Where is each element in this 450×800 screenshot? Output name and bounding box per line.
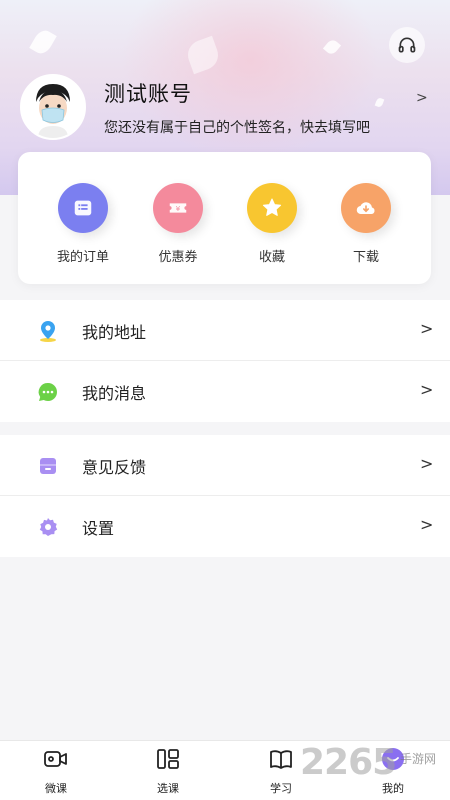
menu-item-feedback[interactable]: 意见反馈 > <box>0 435 450 496</box>
chevron-right-icon: > <box>420 515 434 534</box>
menu-item-messages[interactable]: 我的消息 > <box>0 361 450 422</box>
quick-action-label: 优惠券 <box>158 250 198 265</box>
profile-chevron-right-icon[interactable]: > <box>416 90 428 106</box>
tab-select-course[interactable]: 选课 <box>138 747 198 796</box>
chevron-right-icon: > <box>420 380 434 399</box>
book-icon <box>270 750 292 769</box>
chat-bubble-icon <box>36 380 60 404</box>
tab-micro-course[interactable]: 微课 <box>26 747 86 796</box>
svg-text:¥: ¥ <box>176 204 181 213</box>
watermark-logo: 2265 <box>300 742 397 783</box>
quick-action-coupons[interactable]: ¥ 优惠券 <box>138 183 218 265</box>
menu-item-label: 意见反馈 <box>82 458 147 477</box>
username[interactable]: 测试账号 <box>104 78 192 108</box>
tab-label: 选课 <box>157 782 179 795</box>
avatar[interactable] <box>20 74 86 140</box>
quick-actions-card: 我的订单 ¥ 优惠券 收藏 下载 <box>18 152 431 284</box>
quick-action-favorites[interactable]: 收藏 <box>232 183 312 265</box>
settings-gear-icon <box>36 515 60 539</box>
tab-label: 微课 <box>45 782 67 795</box>
headset-icon <box>398 37 416 53</box>
menu-item-address[interactable]: 我的地址 > <box>0 300 450 361</box>
profile-signature[interactable]: 您还没有属于自己的个性签名，快去填写吧 <box>104 117 370 137</box>
download-cloud-icon <box>356 202 375 215</box>
menu-item-label: 我的地址 <box>82 323 147 342</box>
feedback-icon <box>36 454 60 478</box>
quick-action-orders[interactable]: 我的订单 <box>43 183 123 265</box>
grid-select-icon <box>157 749 179 769</box>
customer-service-button[interactable] <box>389 27 425 63</box>
chevron-right-icon: > <box>420 454 434 473</box>
quick-action-label: 下载 <box>352 250 379 265</box>
menu-group-account: 我的地址 > 我的消息 > <box>0 300 450 422</box>
location-pin-icon <box>36 319 60 343</box>
menu-group-system: 意见反馈 > 设置 > <box>0 435 450 557</box>
menu-item-label: 设置 <box>82 519 115 538</box>
chevron-right-icon: > <box>420 319 434 338</box>
quick-action-label: 我的订单 <box>56 250 109 265</box>
video-camera-icon <box>44 751 67 767</box>
coupon-icon: ¥ <box>169 203 187 213</box>
menu-item-label: 我的消息 <box>82 384 147 403</box>
menu-item-settings[interactable]: 设置 > <box>0 496 450 557</box>
quick-action-label: 收藏 <box>258 250 285 265</box>
order-list-icon <box>74 200 92 216</box>
watermark-subtitle: 手游网 <box>400 752 437 766</box>
quick-action-downloads[interactable]: 下载 <box>326 183 406 265</box>
star-icon <box>262 198 282 216</box>
